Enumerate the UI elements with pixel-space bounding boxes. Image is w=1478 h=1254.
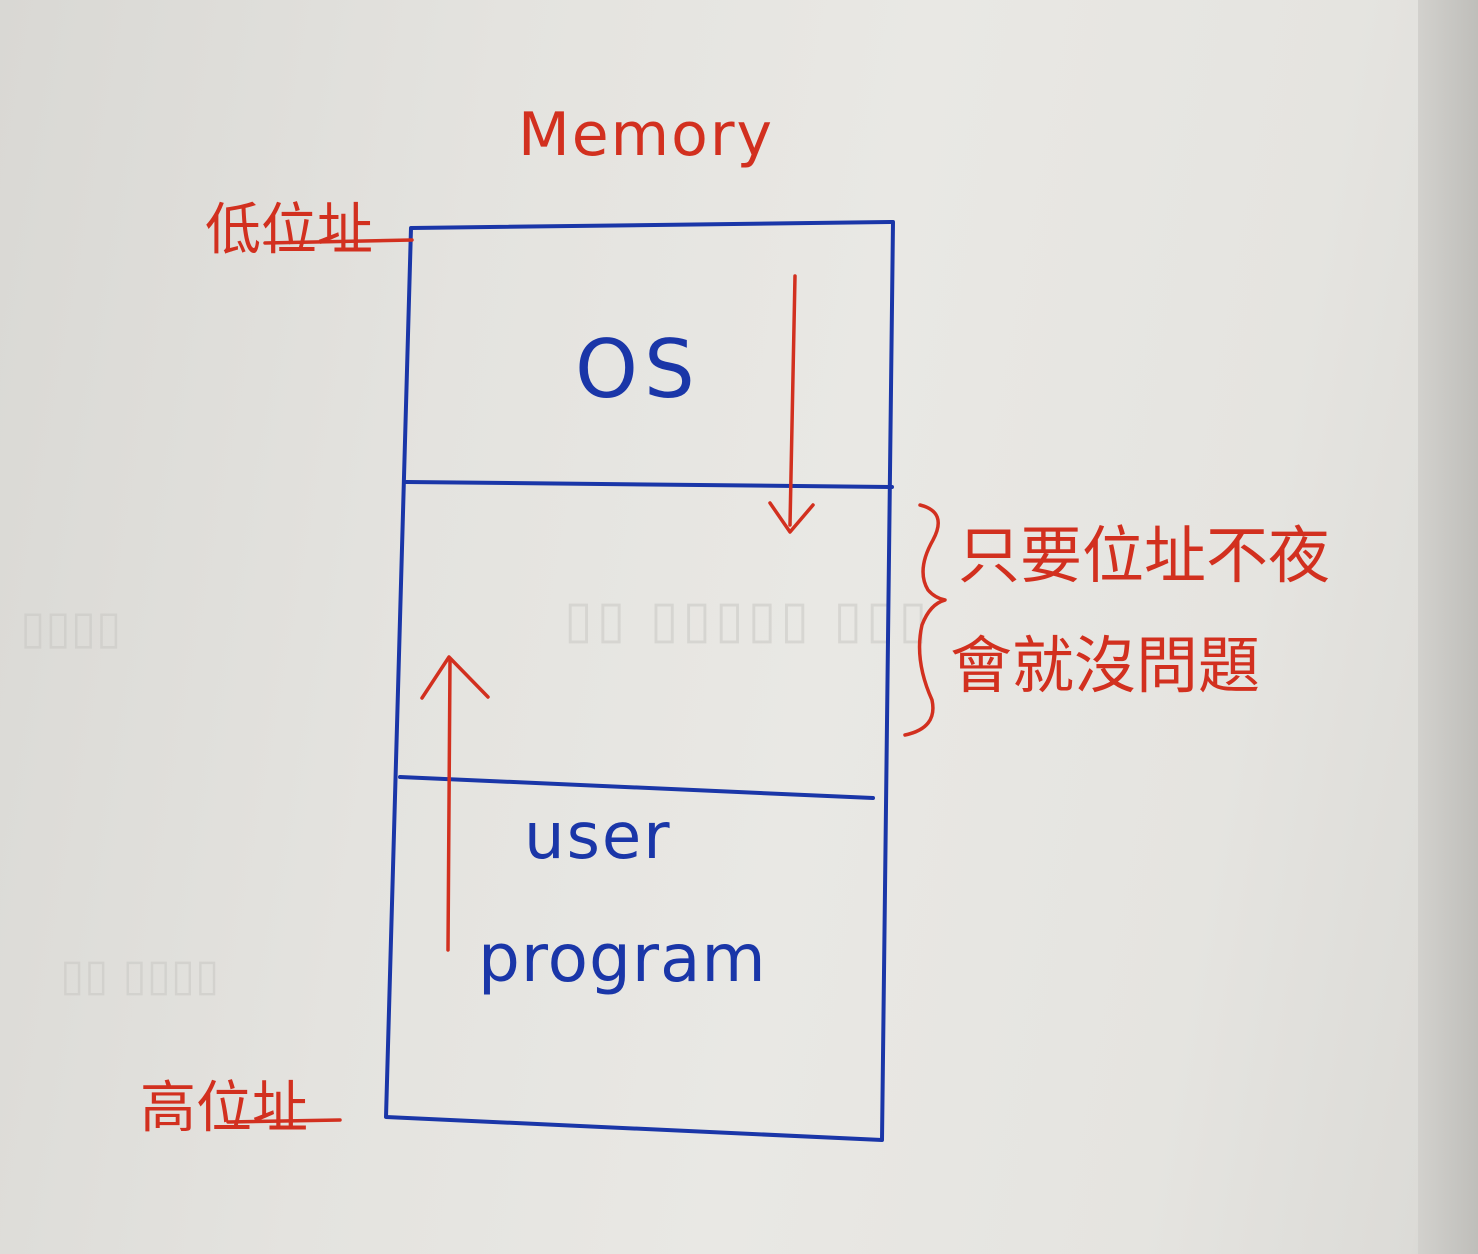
up-arrow-shaft <box>446 658 452 952</box>
up-arrow-head <box>420 655 490 700</box>
high-address-label: 高位址 <box>140 1076 308 1141</box>
user-program-label-line1: user <box>524 800 672 874</box>
note-line-2: 會就沒問題 <box>950 629 1261 702</box>
os-region-label: OS <box>575 323 701 416</box>
user-region-divider <box>398 775 875 800</box>
curly-brace <box>903 503 947 737</box>
low-address-label: 低位址 <box>205 198 373 263</box>
os-region-divider <box>404 480 894 489</box>
note-line-1: 只要位址不夜 <box>958 519 1331 592</box>
user-program-label-line2: program <box>478 920 767 997</box>
diagram-title: Memory <box>518 100 775 170</box>
